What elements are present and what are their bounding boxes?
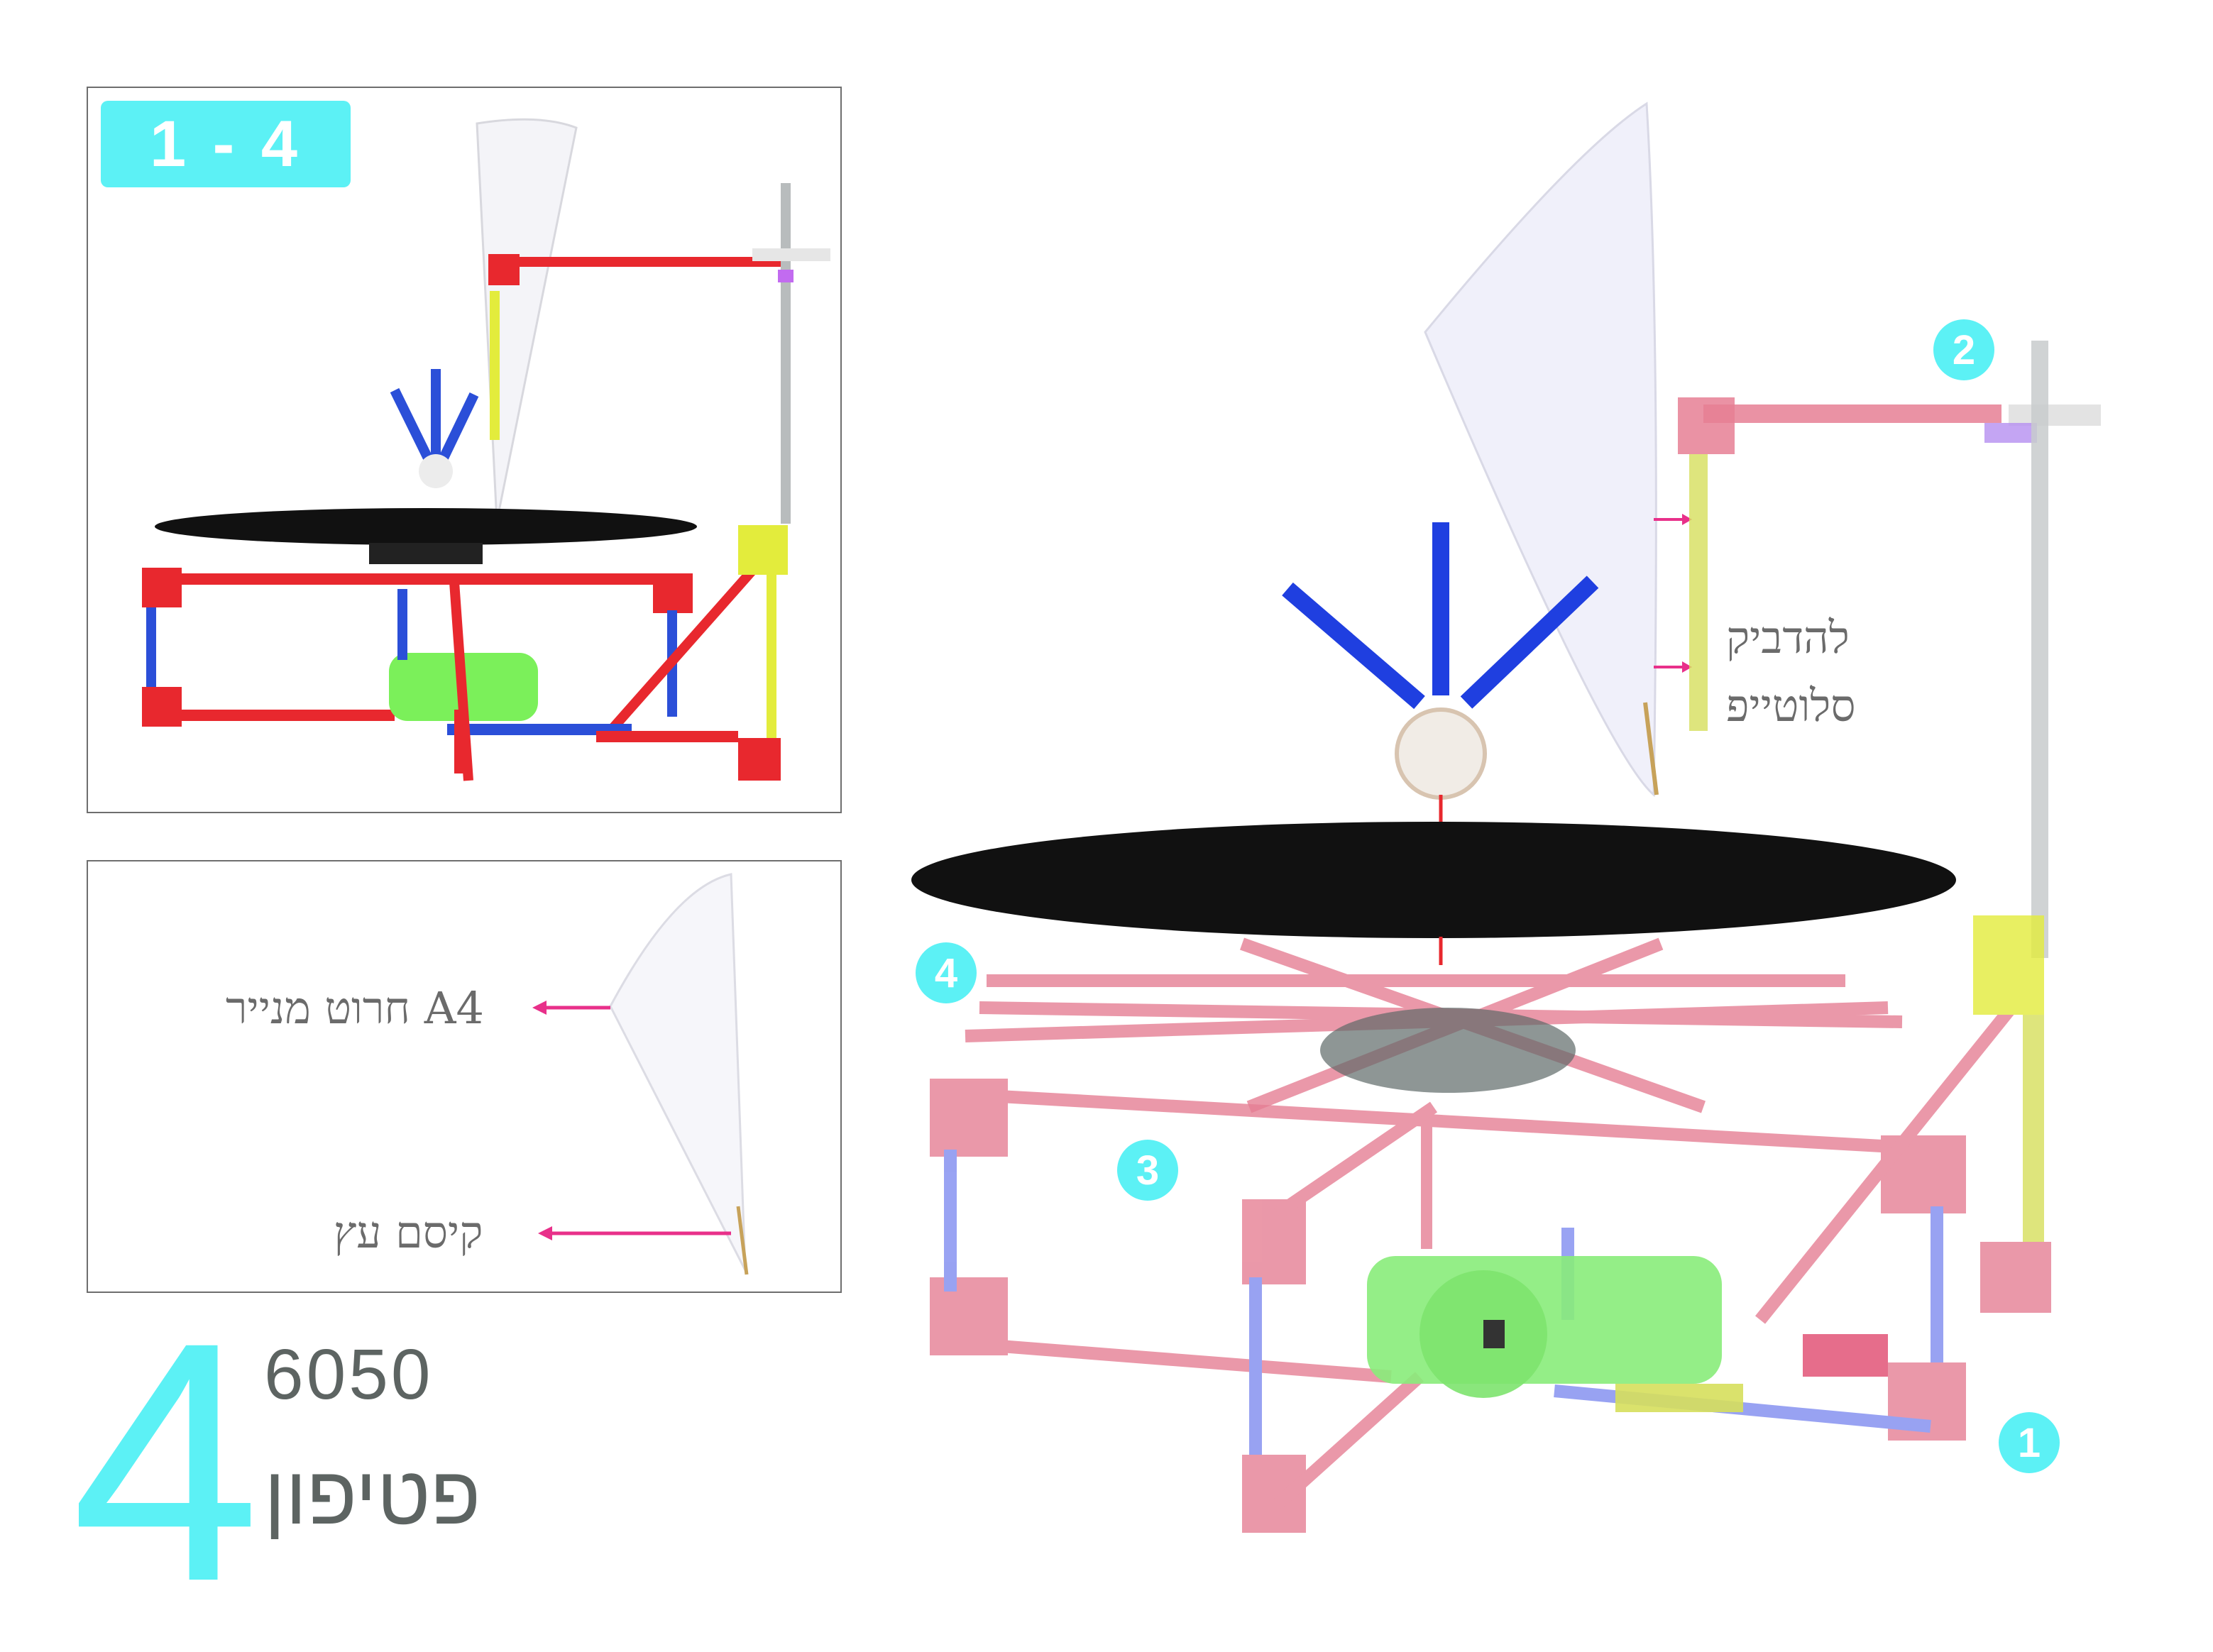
tape-label-line2: סלוטייפ — [1726, 680, 1856, 732]
cone-detail-drawing — [532, 873, 749, 1275]
stick-arrow-head — [538, 1226, 552, 1240]
step-number: 4 — [71, 1271, 260, 1652]
main-exploded-model — [911, 101, 2101, 1533]
tape-label-line1: להדביק — [1726, 612, 1850, 663]
overview-model — [142, 118, 830, 781]
callout-4: 4 — [916, 942, 977, 1003]
callout-3: 3 — [1117, 1140, 1178, 1201]
model-name: פטיפון — [264, 1449, 481, 1541]
stick-label: קיסם עץ — [334, 1206, 483, 1258]
callout-1: 1 — [1999, 1412, 2060, 1473]
cone-arrow-head — [532, 1001, 547, 1015]
cone-label: חרוט מנייר A4 — [226, 982, 484, 1034]
callout-2: 2 — [1933, 319, 1994, 380]
model-number: 6050 — [264, 1335, 434, 1414]
